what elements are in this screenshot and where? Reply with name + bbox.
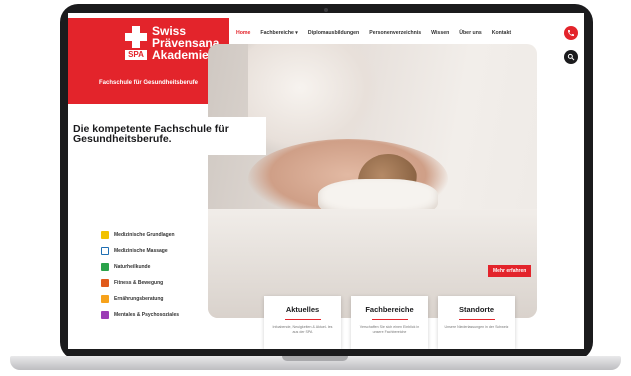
main-navigation: Home Fachbereiche ▾ Diplomausbildungen P… [236,30,511,36]
site-logo[interactable]: SPA Swiss Prävensana Akademie Fachschule… [68,18,229,104]
category-label: Medizinische Massage [114,248,168,254]
call-button[interactable] [564,26,578,40]
card-title: Fachbereiche [365,305,414,314]
card-divider [284,319,321,320]
category-color-swatch [101,279,109,287]
search-icon [567,53,575,61]
category-color-swatch [101,311,109,319]
category-label: Ernährungsberatung [114,296,164,302]
logo-mark: SPA [125,50,147,60]
category-item-medizinische-grundlagen[interactable]: Medizinische Grundlagen [101,227,179,243]
category-color-swatch [101,295,109,303]
category-color-swatch [101,231,109,239]
hero-therapist-arms [248,44,378,154]
category-item-mentales-psychosoziales[interactable]: Mentales & Psychosoziales [101,307,179,323]
category-item-fitness-bewegung[interactable]: Fitness & Bewegung [101,275,179,291]
card-text: Unsere Niederlassungen in der Schweiz [444,325,509,329]
card-fachbereiche[interactable]: Fachbereiche Verschaffen Sie sich einen … [351,296,428,349]
nav-item-ueber-uns[interactable]: Über uns [459,30,481,36]
info-card-row: Aktuelles Infoabende, Neuigkeiten & Aktu… [264,296,515,349]
card-divider [458,319,495,320]
laptop-base-notch [282,356,348,361]
nav-item-fachbereiche[interactable]: Fachbereiche ▾ [260,30,298,36]
category-item-medizinische-massage[interactable]: Medizinische Massage [101,243,179,259]
category-item-naturheilkunde[interactable]: Naturheilkunde [101,259,179,275]
category-label: Mentales & Psychosoziales [114,312,180,318]
more-info-button[interactable]: Mehr erfahren [488,265,532,277]
category-label: Naturheilkunde [114,264,151,270]
nav-item-diplomausbildungen[interactable]: Diplomausbildungen [308,30,359,36]
card-divider [371,319,408,320]
laptop-mockup: SPA Swiss Prävensana Akademie Fachschule… [0,0,631,376]
card-text: Verschaffen Sie sich einen Einblick in u… [359,325,420,334]
logo-subtitle: Fachschule für Gesundheitsberufe [98,80,199,86]
hero-headline-line-2: Gesundheitsberufe. [73,133,172,145]
webcam [324,8,328,12]
nav-item-kontakt[interactable]: Kontakt [492,30,511,36]
nav-item-home[interactable]: Home [236,30,250,36]
nav-item-wissen[interactable]: Wissen [431,30,449,36]
card-text: Infoabende, Neuigkeiten & Aktuel- les au… [272,325,333,334]
phone-icon [568,30,574,36]
card-title: Standorte [458,305,494,314]
category-label: Fitness & Bewegung [114,280,164,286]
category-color-swatch [101,263,109,271]
swiss-cross-icon [125,26,147,48]
card-aktuelles[interactable]: Aktuelles Infoabende, Neuigkeiten & Aktu… [264,296,341,349]
card-standorte[interactable]: Standorte Unsere Niederlassungen in der … [438,296,515,349]
category-label: Medizinische Grundlagen [114,232,175,238]
website-screen: SPA Swiss Prävensana Akademie Fachschule… [68,13,584,349]
search-button[interactable] [564,50,578,64]
nav-item-personenverzeichnis[interactable]: Personenverzeichnis [369,30,421,36]
card-title: Aktuelles [285,305,320,314]
category-item-ernaehrungsberatung[interactable]: Ernährungsberatung [101,291,179,307]
category-list: Medizinische Grundlagen Medizinische Mas… [101,227,179,323]
category-color-swatch [101,247,109,255]
hero-headline-box: Die kompetente Fachschule für Gesundheit… [68,117,266,155]
